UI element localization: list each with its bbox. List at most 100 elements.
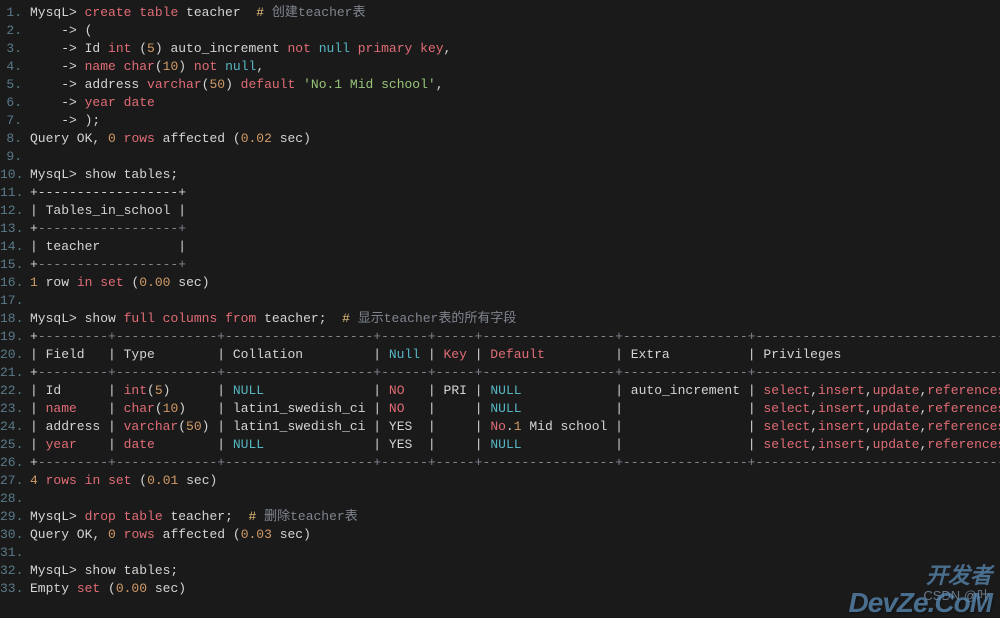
line-content[interactable]: Query OK, 0 rows affected (0.03 sec) [30, 526, 1000, 544]
token: primary [358, 41, 413, 56]
code-line[interactable]: 4. -> name char(10) not null, [0, 58, 1000, 76]
line-content[interactable]: 1 row in set (0.00 sec) [30, 274, 1000, 292]
code-line[interactable]: 13.+------------------+ [0, 220, 1000, 238]
token: set [77, 581, 100, 596]
code-line[interactable]: 11.+------------------+ [0, 184, 1000, 202]
line-content[interactable]: +---------+-------------+---------------… [30, 454, 1000, 472]
line-content[interactable]: MysqL> show full columns from teacher; #… [30, 310, 1000, 328]
code-line[interactable]: 1.MysqL> create table teacher # 创建teache… [0, 4, 1000, 22]
token: NULL [233, 437, 264, 452]
code-line[interactable]: 5. -> address varchar(50) default 'No.1 … [0, 76, 1000, 94]
token: create [85, 5, 132, 20]
code-line[interactable]: 32.MysqL> show tables; [0, 562, 1000, 580]
code-line[interactable]: 3. -> Id int (5) auto_increment not null… [0, 40, 1000, 58]
line-content[interactable]: | Field | Type | Collation | Null | Key … [30, 346, 1000, 364]
line-content[interactable]: -> ( [30, 22, 1000, 40]
code-line[interactable]: 16.1 row in set (0.00 sec) [0, 274, 1000, 292]
code-line[interactable]: 27.4 rows in set (0.01 sec) [0, 472, 1000, 490]
line-content[interactable]: -> year date [30, 94, 1000, 112]
code-line[interactable]: 26.+---------+-------------+------------… [0, 454, 1000, 472]
line-content[interactable]: 4 rows in set (0.01 sec) [30, 472, 1000, 490]
code-line[interactable]: 24.| address | varchar(50) | latin1_swed… [0, 418, 1000, 436]
code-line[interactable]: 22.| Id | int(5) | NULL | NO | PRI | NUL… [0, 382, 1000, 400]
code-line[interactable]: 2. -> ( [0, 22, 1000, 40]
token: | | [522, 401, 764, 416]
code-line[interactable]: 6. -> year date [0, 94, 1000, 112]
line-content[interactable] [30, 292, 1000, 310]
token: ( [155, 401, 163, 416]
line-content[interactable]: | Id | int(5) | NULL | NO | PRI | NULL |… [30, 382, 1000, 400]
line-content[interactable]: MysqL> drop table teacher; # 删除teacher表 [30, 508, 1000, 526]
token [77, 473, 85, 488]
token: | Tables_in_school | [30, 203, 186, 218]
line-content[interactable]: MysqL> show tables; [30, 562, 1000, 580]
code-line[interactable]: 14.| teacher | [0, 238, 1000, 256]
token: -> address [30, 77, 147, 92]
token [30, 293, 38, 308]
token: date [124, 95, 155, 110]
code-line[interactable]: 9. [0, 148, 1000, 166]
line-number: 7. [0, 112, 30, 130]
line-content[interactable]: | teacher | [30, 238, 1000, 256]
line-content[interactable]: | name | char(10) | latin1_swedish_ci | … [30, 400, 1000, 418]
token: , [810, 437, 818, 452]
token: rows [124, 131, 155, 146]
token: select [763, 383, 810, 398]
line-content[interactable]: Query OK, 0 rows affected (0.02 sec) [30, 130, 1000, 148]
token: ( [100, 581, 116, 596]
line-content[interactable] [30, 148, 1000, 166]
token: | | [522, 437, 764, 452]
token [116, 95, 124, 110]
line-content[interactable]: -> name char(10) not null, [30, 58, 1000, 76]
token: ---------+-------------+----------------… [38, 329, 1000, 344]
code-line[interactable]: 25.| year | date | NULL | YES | | NULL |… [0, 436, 1000, 454]
code-line[interactable]: 23.| name | char(10) | latin1_swedish_ci… [0, 400, 1000, 418]
token: Key [443, 347, 466, 362]
code-line[interactable]: 8.Query OK, 0 rows affected (0.02 sec) [0, 130, 1000, 148]
code-line[interactable]: 29.MysqL> drop table teacher; # 删除teache… [0, 508, 1000, 526]
code-line[interactable]: 28. [0, 490, 1000, 508]
line-number: 2. [0, 22, 30, 40]
line-number: 8. [0, 130, 30, 148]
code-line[interactable]: 21.+---------+-------------+------------… [0, 364, 1000, 382]
line-content[interactable]: | Tables_in_school | [30, 202, 1000, 220]
code-line[interactable]: 12.| Tables_in_school | [0, 202, 1000, 220]
line-content[interactable]: MysqL> show tables; [30, 166, 1000, 184]
line-content[interactable]: +------------------+ [30, 184, 1000, 202]
code-line[interactable]: 10.MysqL> show tables; [0, 166, 1000, 184]
line-content[interactable]: +---------+-------------+---------------… [30, 328, 1000, 346]
line-number: 24. [0, 418, 30, 436]
token [30, 149, 38, 164]
token: rows [124, 527, 155, 542]
line-number: 23. [0, 400, 30, 418]
line-number: 17. [0, 292, 30, 310]
line-content[interactable]: +---------+-------------+---------------… [30, 364, 1000, 382]
line-content[interactable] [30, 544, 1000, 562]
code-line[interactable]: 31. [0, 544, 1000, 562]
line-content[interactable]: | address | varchar(50) | latin1_swedish… [30, 418, 1000, 436]
token: insert [818, 383, 865, 398]
token [295, 77, 303, 92]
line-content[interactable]: -> Id int (5) auto_increment not null pr… [30, 40, 1000, 58]
token: MysqL> [30, 5, 85, 20]
line-content[interactable]: -> ); [30, 112, 1000, 130]
token: Query OK, [30, 527, 108, 542]
line-content[interactable]: | year | date | NULL | YES | | NULL | | … [30, 436, 1000, 454]
code-editor: 1.MysqL> create table teacher # 创建teache… [0, 0, 1000, 602]
token: +------------------+ [30, 185, 186, 200]
token: Mid school | | [522, 419, 764, 434]
code-line[interactable]: 19.+---------+-------------+------------… [0, 328, 1000, 346]
line-content[interactable] [30, 490, 1000, 508]
line-content[interactable]: MysqL> create table teacher # 创建teacher表 [30, 4, 1000, 22]
code-line[interactable]: 17. [0, 292, 1000, 310]
code-line[interactable]: 30.Query OK, 0 rows affected (0.03 sec) [0, 526, 1000, 544]
token: in [85, 473, 101, 488]
token: 删除teacher表 [256, 509, 357, 524]
line-content[interactable]: +------------------+ [30, 220, 1000, 238]
code-line[interactable]: 20.| Field | Type | Collation | Null | K… [0, 346, 1000, 364]
code-line[interactable]: 18.MysqL> show full columns from teacher… [0, 310, 1000, 328]
line-content[interactable]: +------------------+ [30, 256, 1000, 274]
code-line[interactable]: 7. -> ); [0, 112, 1000, 130]
line-content[interactable]: -> address varchar(50) default 'No.1 Mid… [30, 76, 1000, 94]
code-line[interactable]: 15.+------------------+ [0, 256, 1000, 274]
